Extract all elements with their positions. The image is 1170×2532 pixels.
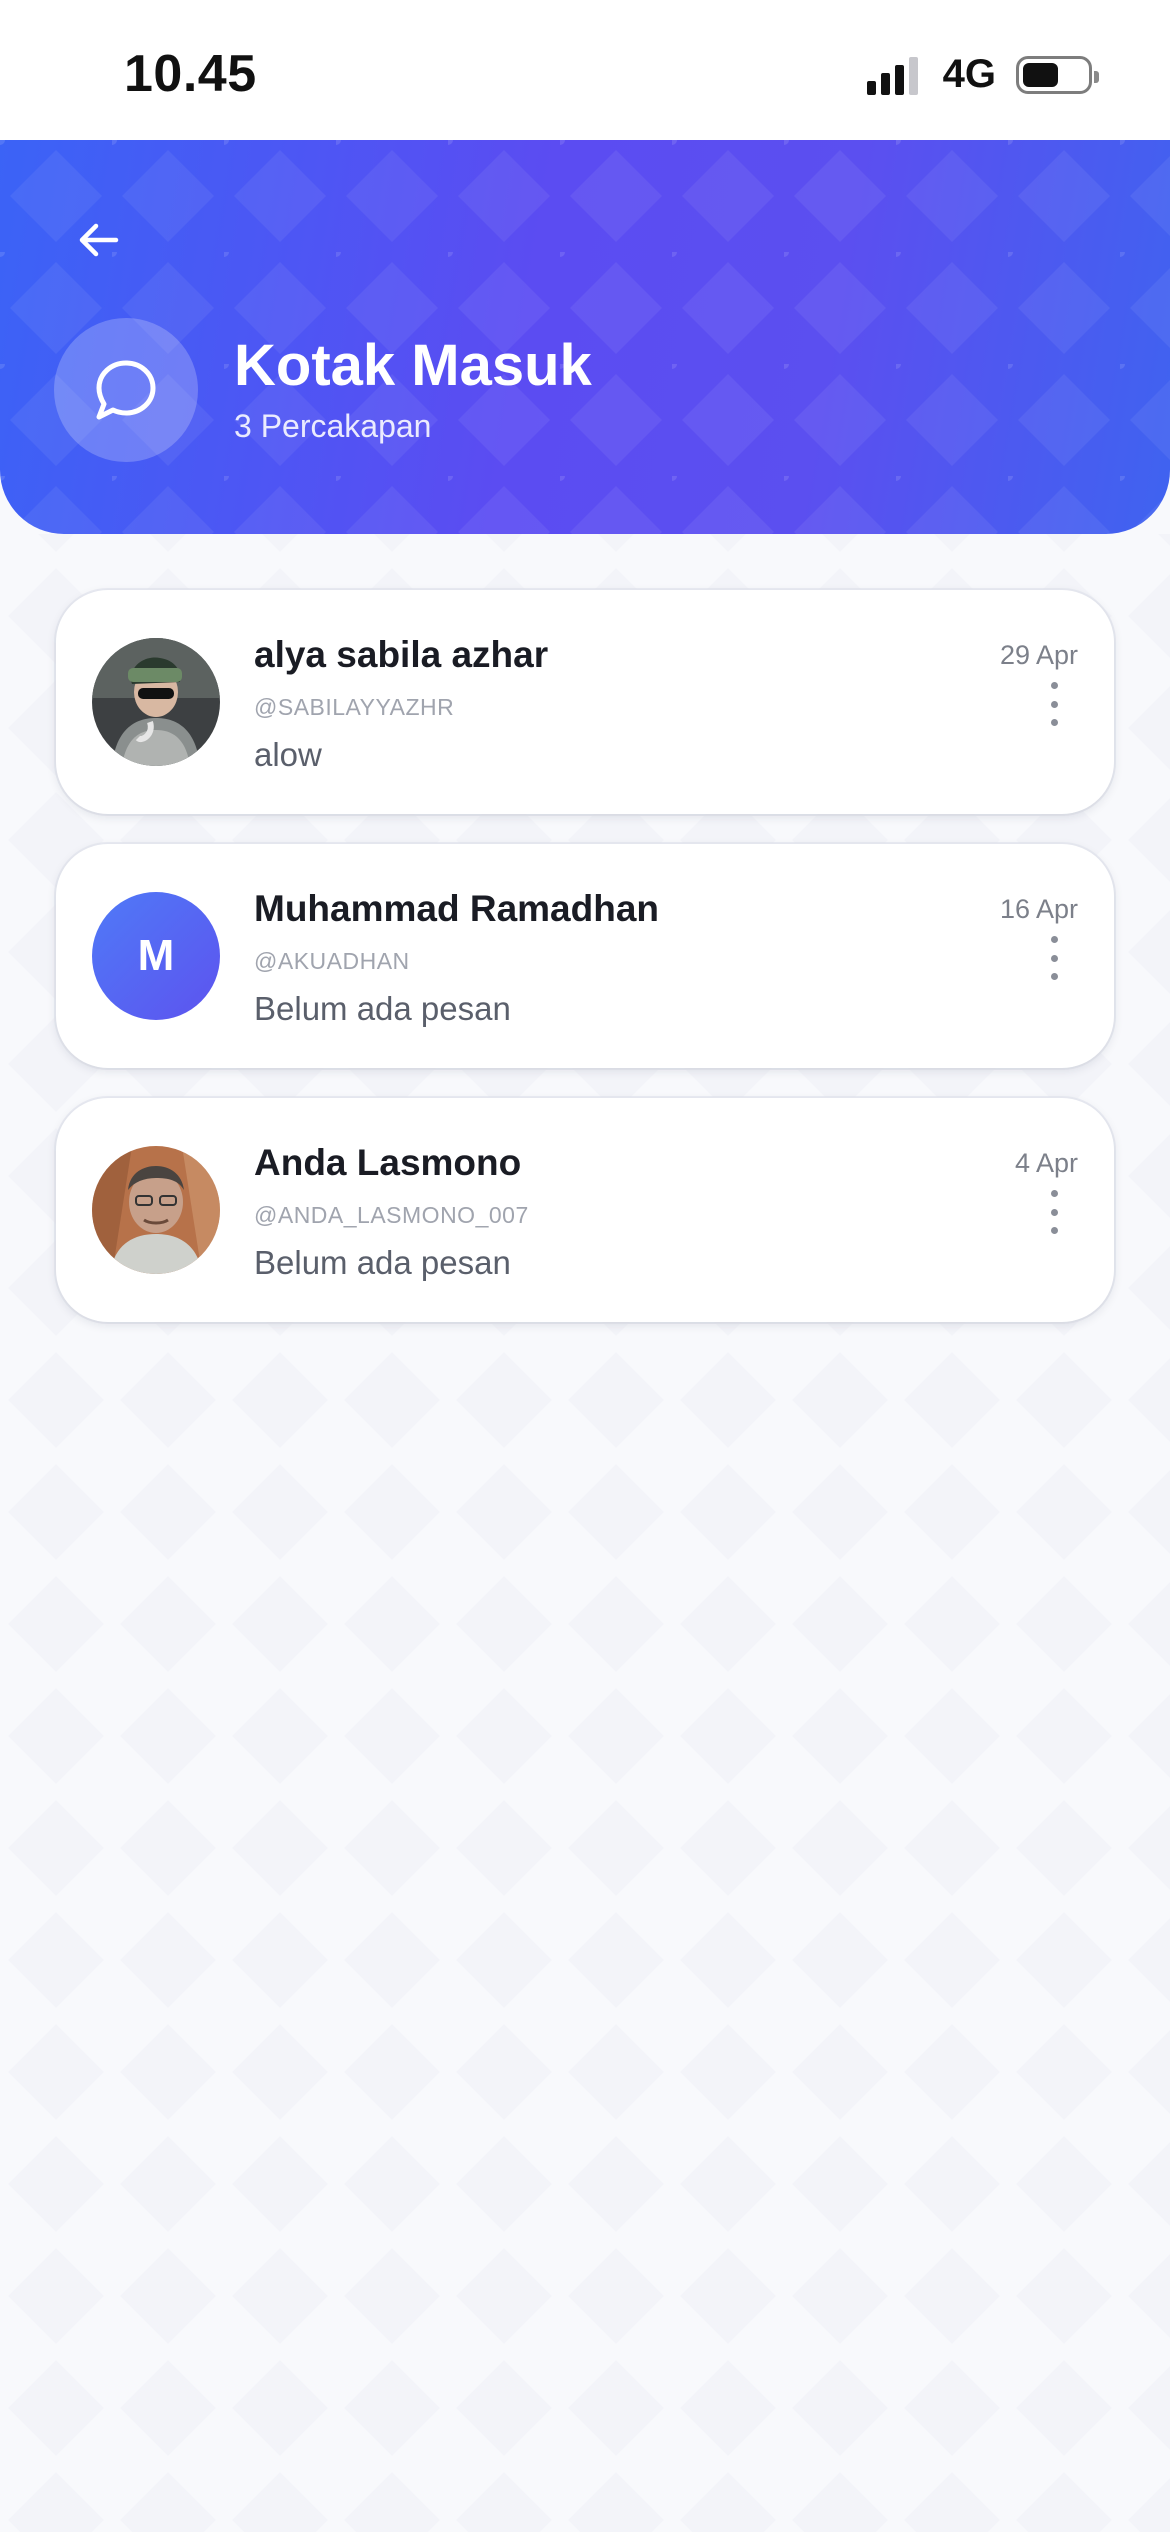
contact-name: alya sabila azhar (254, 634, 549, 675)
inbox-header: Kotak Masuk 3 Percakapan (0, 140, 1170, 534)
screen: 10.45 4G Kotak Masuk 3 Percakapan alya s… (0, 0, 1170, 2532)
contact-handle: @ANDA_LASMONO_007 (254, 1202, 529, 1228)
network-type: 4G (942, 52, 996, 96)
conversation-item[interactable]: Anda Lasmono @ANDA_LASMONO_007 Belum ada… (56, 1098, 1114, 1322)
avatar (92, 1146, 220, 1274)
last-message: Belum ada pesan (254, 1244, 511, 1281)
user-photo-avatar (92, 638, 220, 766)
chat-bubble-icon (96, 360, 156, 420)
page-title: Kotak Masuk (234, 333, 592, 398)
status-bar: 10.45 4G (0, 0, 1170, 140)
avatar: M (92, 892, 220, 1020)
user-photo-avatar (92, 1146, 220, 1274)
last-message: Belum ada pesan (254, 990, 511, 1027)
avatar (92, 638, 220, 766)
conversation-item[interactable]: alya sabila azhar @SABILAYYAZHR alow 29 … (56, 590, 1114, 814)
last-message: alow (254, 736, 322, 773)
battery-icon (1016, 55, 1099, 94)
avatar-initial: M (137, 931, 175, 980)
contact-name: Muhammad Ramadhan (254, 888, 660, 929)
message-date: 4 Apr (1014, 1148, 1078, 1178)
message-date: 29 Apr (999, 640, 1078, 670)
contact-name: Anda Lasmono (254, 1142, 522, 1183)
more-vertical-icon[interactable] (1044, 936, 1064, 980)
conversation-list: alya sabila azhar @SABILAYYAZHR alow 29 … (56, 590, 1114, 1352)
more-vertical-icon[interactable] (1044, 1190, 1064, 1234)
more-vertical-icon[interactable] (1044, 682, 1064, 726)
arrow-left-icon (79, 223, 119, 257)
conversation-item[interactable]: M Muhammad Ramadhan @AKUADHAN Belum ada … (56, 844, 1114, 1068)
contact-handle: @AKUADHAN (254, 948, 410, 974)
cellular-signal-icon (866, 55, 923, 95)
inbox-icon-badge (54, 318, 198, 462)
conversation-count: 3 Percakapan (234, 408, 432, 444)
battery-level (1023, 62, 1058, 87)
status-indicators: 4G (866, 52, 1099, 97)
contact-handle: @SABILAYYAZHR (254, 694, 455, 720)
message-date: 16 Apr (999, 894, 1078, 924)
back-button[interactable] (62, 204, 134, 276)
status-time: 10.45 (124, 45, 257, 103)
